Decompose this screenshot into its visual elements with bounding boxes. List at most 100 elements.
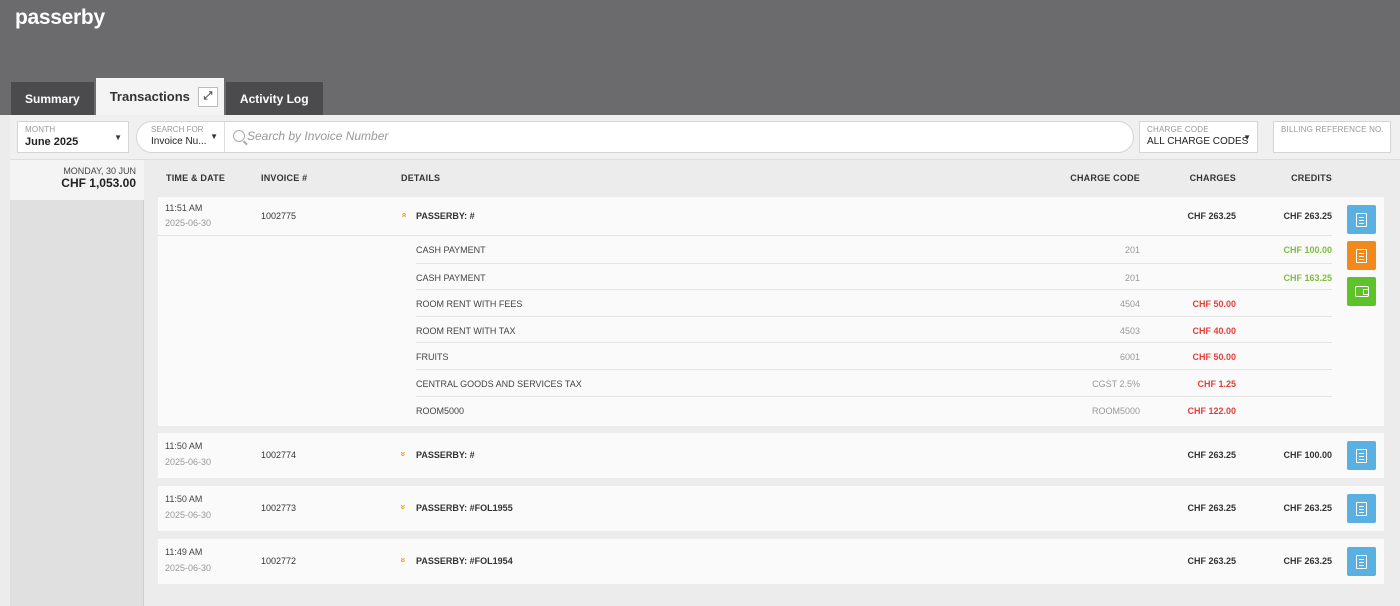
invoice-icon (1356, 212, 1367, 227)
item-charge: CHF 40.00 (1192, 326, 1236, 336)
txn-date: 2025-06-30 (165, 510, 212, 520)
filter-bar: MONTH June 2025 ▼ SEARCH FOR Invoice Nu.… (10, 115, 1400, 160)
item-name: ROOM RENT WITH FEES (416, 299, 523, 309)
col-credits: CREDITS (1291, 173, 1332, 183)
month-value: June 2025 (25, 136, 79, 148)
tab-transactions-label: Transactions (109, 89, 190, 104)
transaction-row: 11:51 AM 2025-06-30 1002775 » PASSERBY: … (158, 197, 1384, 426)
day-sidebar: MONDAY, 30 JUN CHF 1,053.00 (10, 160, 144, 606)
line-item: ROOM RENT WITH FEES 4504 CHF 50.00 (416, 289, 1332, 316)
invoice-icon (1356, 448, 1367, 463)
txn-charges: CHF 263.25 (1187, 556, 1236, 566)
txn-detail[interactable]: PASSERBY: #FOL1954 (416, 556, 513, 566)
charge-code-label: CHARGE CODE (1147, 125, 1209, 134)
tab-activity-log-label: Activity Log (239, 91, 309, 106)
day-date: MONDAY, 30 JUN (63, 166, 136, 176)
tab-activity-log[interactable]: Activity Log (225, 82, 323, 115)
charge-code-select[interactable]: CHARGE CODE ALL CHARGE CODES ▼ (1139, 121, 1258, 153)
item-name: FRUITS (416, 352, 449, 362)
txn-invoice: 1002775 (261, 211, 297, 221)
transaction-row: 11:50 AM 2025-06-30 1002774 » PASSERBY: … (158, 433, 1384, 478)
invoice-button[interactable] (1347, 494, 1376, 523)
item-name: ROOM RENT WITH TAX (416, 326, 516, 336)
txn-charges: CHF 263.25 (1187, 211, 1236, 221)
invoice-button[interactable] (1347, 441, 1376, 470)
search-icon (233, 130, 245, 142)
col-charges: CHARGES (1189, 173, 1236, 183)
txn-credits: CHF 263.25 (1283, 211, 1332, 221)
item-credit: CHF 163.25 (1283, 273, 1332, 283)
receipt-icon (1356, 248, 1367, 263)
line-item: ROOM RENT WITH TAX 4503 CHF 40.00 (416, 316, 1332, 343)
txn-date: 2025-06-30 (165, 218, 212, 228)
chevron-down-icon[interactable]: » (399, 557, 409, 562)
txn-time: 11:51 AM (165, 203, 203, 213)
line-item: FRUITS 6001 CHF 50.00 (416, 342, 1332, 369)
item-name: CENTRAL GOODS AND SERVICES TAX (416, 379, 582, 389)
col-charge-code: CHARGE CODE (1070, 173, 1140, 183)
txn-date: 2025-06-30 (165, 563, 212, 573)
chevron-down-icon[interactable]: » (399, 451, 409, 456)
txn-time: 11:50 AM (165, 494, 203, 504)
item-charge: CHF 50.00 (1192, 299, 1236, 309)
txn-time: 11:50 AM (165, 441, 203, 451)
day-summary[interactable]: MONDAY, 30 JUN CHF 1,053.00 (10, 160, 144, 200)
item-credit: CHF 100.00 (1283, 245, 1332, 255)
search-for-select[interactable]: SEARCH FOR Invoice Nu... ▼ (137, 122, 225, 152)
txn-credits: CHF 263.25 (1283, 556, 1332, 566)
tab-summary-label: Summary (25, 91, 80, 106)
txn-credits: CHF 100.00 (1283, 450, 1332, 460)
search-input[interactable] (247, 129, 1107, 143)
item-name: CASH PAYMENT (416, 245, 486, 255)
wallet-button[interactable] (1347, 277, 1376, 306)
txn-invoice: 1002773 (261, 503, 297, 513)
item-code: 4504 (1119, 299, 1140, 309)
transaction-row: 11:50 AM 2025-06-30 1002773 » PASSERBY: … (158, 486, 1384, 531)
chevron-down-icon[interactable]: » (399, 504, 409, 509)
col-invoice: INVOICE # (261, 173, 308, 183)
app-title: passerby (15, 6, 105, 29)
search-for-value: Invoice Nu... (151, 136, 207, 147)
search-for-label: SEARCH FOR (151, 125, 204, 134)
receipt-button[interactable] (1347, 241, 1376, 270)
line-item: ROOM5000 ROOM5000 CHF 122.00 (416, 396, 1332, 423)
txn-date: 2025-06-30 (165, 457, 212, 467)
col-time-date: TIME & DATE (166, 173, 226, 183)
item-code: 6001 (1119, 352, 1140, 362)
txn-invoice: 1002774 (261, 450, 297, 460)
charge-code-value: ALL CHARGE CODES (1147, 136, 1249, 147)
caret-down-icon: ▼ (1243, 133, 1251, 142)
item-name: CASH PAYMENT (416, 273, 486, 283)
txn-invoice: 1002772 (261, 556, 297, 566)
item-code: 4503 (1119, 326, 1140, 336)
search-bar: SEARCH FOR Invoice Nu... ▼ (136, 121, 1134, 153)
txn-charges: CHF 263.25 (1187, 450, 1236, 460)
invoice-button[interactable] (1347, 205, 1376, 234)
transaction-row: 11:49 AM 2025-06-30 1002772 » PASSERBY: … (158, 539, 1384, 584)
caret-down-icon: ▼ (210, 132, 218, 141)
line-item: CASH PAYMENT 201 CHF 100.00 (416, 236, 1332, 263)
tab-summary[interactable]: Summary (11, 82, 94, 115)
popout-icon[interactable]: ⤢ (197, 86, 218, 107)
tab-bar: Summary Transactions ⤢ Activity Log (11, 78, 325, 115)
billing-reference-field[interactable]: BILLING REFERENCE NO. (1273, 121, 1391, 153)
wallet-icon (1354, 286, 1369, 297)
invoice-button[interactable] (1347, 547, 1376, 576)
item-code: ROOM5000 (1091, 406, 1140, 416)
txn-detail[interactable]: PASSERBY: #FOL1955 (416, 503, 513, 513)
txn-time: 11:49 AM (165, 547, 203, 557)
day-total: CHF 1,053.00 (61, 176, 136, 190)
caret-down-icon: ▼ (114, 133, 122, 142)
item-code: 201 (1124, 245, 1140, 255)
item-charge: CHF 122.00 (1187, 406, 1236, 416)
line-item: CENTRAL GOODS AND SERVICES TAX CGST 2.5%… (416, 369, 1332, 396)
txn-detail[interactable]: PASSERBY: # (416, 211, 475, 221)
item-code: 201 (1124, 273, 1140, 283)
txn-detail[interactable]: PASSERBY: # (416, 450, 475, 460)
item-charge: CHF 50.00 (1192, 352, 1236, 362)
month-select[interactable]: MONTH June 2025 ▼ (17, 121, 129, 153)
tab-transactions[interactable]: Transactions ⤢ (95, 78, 224, 115)
invoice-icon (1356, 501, 1367, 516)
line-item: CASH PAYMENT 201 CHF 163.25 (416, 263, 1332, 290)
chevron-up-icon[interactable]: » (399, 212, 409, 217)
